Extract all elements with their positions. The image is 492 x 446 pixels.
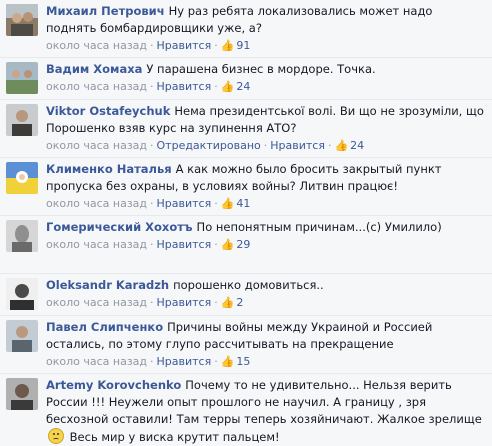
comment-item: Павел Слипченко Причины войны между Украи… — [0, 316, 492, 374]
avatar[interactable] — [6, 220, 38, 252]
avatar-photo-icon — [6, 220, 38, 252]
avatar-photo-icon — [6, 162, 38, 194]
comment-meta: около часа назад · Нравится · 👍 15 — [46, 355, 251, 368]
comment-meta: около часа назад · Нравится · 👍 91 — [46, 39, 251, 52]
comment-text: По непонятным причинам...(с) Умилило) — [196, 220, 442, 234]
avatar-photo-icon — [6, 4, 38, 36]
comment-time[interactable]: около часа назад — [46, 296, 147, 309]
author-name[interactable]: Artemy Korovchenko — [46, 378, 181, 392]
thumbs-up-icon: 👍 — [220, 39, 235, 52]
like-button[interactable]: Нравится — [157, 355, 212, 368]
like-button[interactable]: Нравится — [157, 296, 212, 309]
thumbs-up-icon: 👍 — [220, 80, 235, 93]
comment-meta: около часа назад · Нравится · 👍 24 — [46, 80, 251, 93]
author-name[interactable]: Гомерический Хохотъ — [46, 220, 193, 234]
thumbs-up-icon: 👍 — [220, 355, 235, 368]
avatar-photo-icon — [6, 62, 38, 94]
comment-item: Viktor Ostafeychuk Нема президентської во… — [0, 100, 492, 158]
comment-item: Вадим Хомаха У парашена бизнес в мордоре.… — [0, 58, 492, 100]
frown-emoji-icon — [48, 428, 64, 444]
comment-body: Viktor Ostafeychuk Нема президентської во… — [46, 103, 486, 154]
avatar-photo-icon — [6, 104, 38, 136]
avatar[interactable] — [6, 104, 38, 136]
like-button[interactable]: Нравится — [157, 238, 212, 251]
edited-label[interactable]: Отредактировано — [157, 139, 261, 152]
comment-body: Павел Слипченко Причины войны между Украи… — [46, 319, 486, 370]
author-name[interactable]: Oleksandr Karadzh — [46, 278, 169, 292]
comment-item: Михаил Петрович Ну раз ребята локализовал… — [0, 0, 492, 58]
like-count[interactable]: 2 — [236, 296, 243, 309]
comment-time[interactable]: около часа назад — [46, 39, 147, 52]
like-count[interactable]: 41 — [236, 197, 250, 210]
comment-text: У парашена бизнес в мордоре. Точка. — [146, 62, 376, 76]
author-name[interactable]: Михаил Петрович — [46, 4, 165, 18]
comment-item: Гомерический Хохотъ По непонятным причина… — [0, 216, 492, 274]
like-button[interactable]: Нравится — [157, 80, 212, 93]
thumbs-up-icon: 👍 — [220, 296, 235, 309]
comment-time[interactable]: около часа назад — [46, 139, 147, 152]
comment-item: Клименко Наталья А как можно было бросить… — [0, 158, 492, 216]
comment-body: Вадим Хомаха У парашена бизнес в мордоре.… — [46, 61, 486, 95]
comment-meta: около часа назад · Нравится · 👍 29 — [46, 238, 251, 251]
comment-body: Oleksandr Karadzh порошенко домовиться.. … — [46, 277, 486, 311]
like-button[interactable]: Нравится — [157, 39, 212, 52]
comment-time[interactable]: около часа назад — [46, 197, 147, 210]
comment-time[interactable]: около часа назад — [46, 355, 147, 368]
avatar[interactable] — [6, 162, 38, 194]
like-button[interactable]: Нравится — [157, 197, 212, 210]
comment-item: Artemy Korovchenko Почему то не удивитель… — [0, 374, 492, 444]
like-count[interactable]: 24 — [236, 80, 250, 93]
author-name[interactable]: Вадим Хомаха — [46, 62, 142, 76]
comment-body: Гомерический Хохотъ По непонятным причина… — [46, 219, 486, 253]
thumbs-up-icon: 👍 — [220, 197, 235, 210]
avatar[interactable] — [6, 320, 38, 352]
comment-body: Клименко Наталья А как можно было бросить… — [46, 161, 486, 212]
like-count[interactable]: 15 — [236, 355, 250, 368]
author-name[interactable]: Viktor Ostafeychuk — [46, 104, 170, 118]
avatar[interactable] — [6, 4, 38, 36]
comment-text-continued: Весь мир у виска крутит пальцем! — [69, 430, 280, 444]
like-count[interactable]: 91 — [236, 39, 250, 52]
author-name[interactable]: Клименко Наталья — [46, 162, 172, 176]
comment-feed: Михаил Петрович Ну раз ребята локализовал… — [0, 0, 492, 444]
avatar-photo-icon — [6, 320, 38, 352]
comment-meta: около часа назад · Отредактировано · Нравитс… — [46, 139, 365, 152]
avatar[interactable] — [6, 62, 38, 94]
comment-meta: около часа назад · Нравится · 👍 41 — [46, 197, 251, 210]
like-button[interactable]: Нравится — [270, 139, 325, 152]
comment-body: Artemy Korovchenko Почему то не удивитель… — [46, 377, 486, 446]
like-count[interactable]: 29 — [236, 238, 250, 251]
like-count[interactable]: 24 — [350, 139, 364, 152]
avatar[interactable] — [6, 378, 38, 410]
author-name[interactable]: Павел Слипченко — [46, 320, 163, 334]
thumbs-up-icon: 👍 — [220, 238, 235, 251]
comment-meta: около часа назад · Нравится · 👍 2 — [46, 296, 244, 309]
avatar-photo-icon — [6, 278, 38, 310]
avatar-photo-icon — [6, 378, 38, 410]
comment-time[interactable]: около часа назад — [46, 80, 147, 93]
avatar[interactable] — [6, 278, 38, 310]
thumbs-up-icon: 👍 — [334, 139, 349, 152]
comment-time[interactable]: около часа назад — [46, 238, 147, 251]
comment-body: Михаил Петрович Ну раз ребята локализовал… — [46, 3, 486, 54]
comment-item: Oleksandr Karadzh порошенко домовиться.. … — [0, 274, 492, 316]
comment-text: порошенко домовиться.. — [173, 278, 324, 292]
